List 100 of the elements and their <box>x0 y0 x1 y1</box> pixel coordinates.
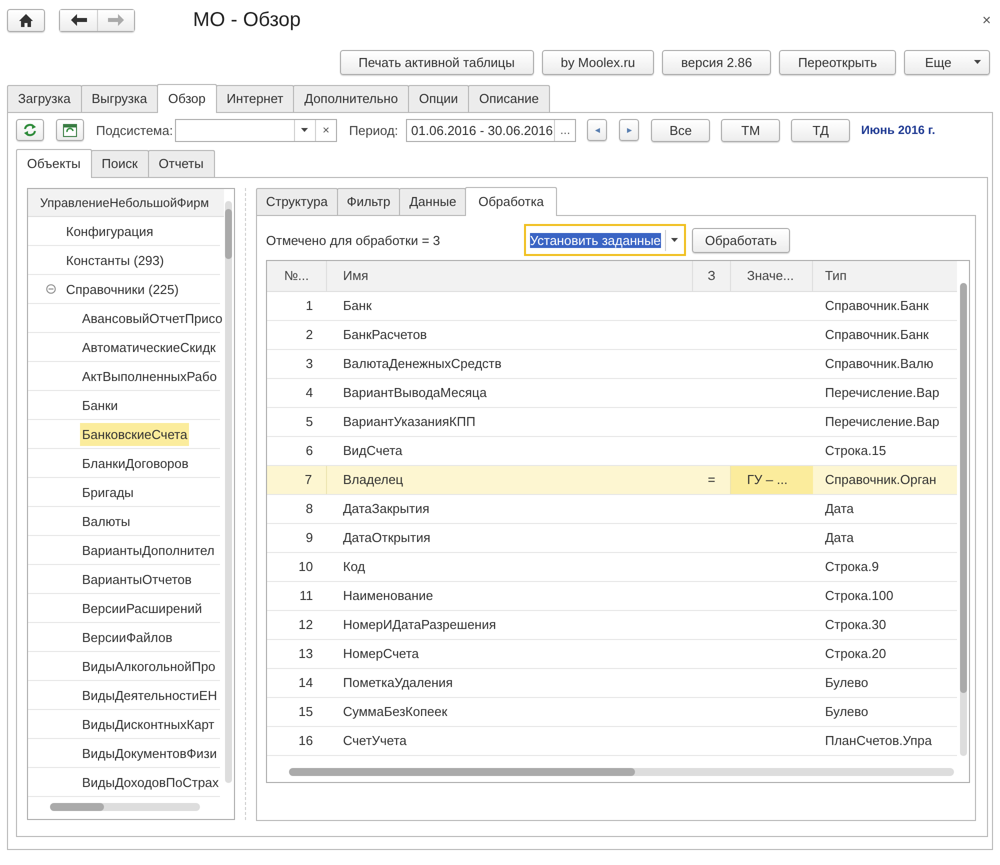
tab[interactable]: Дополнительно <box>293 85 409 112</box>
tree-item[interactable]: БланкиДоговоров <box>80 452 191 474</box>
table-row[interactable]: 13 НомерСчета Строка.20 <box>267 640 957 669</box>
action-field[interactable]: Установить заданные <box>524 224 686 256</box>
column-header[interactable]: Значе... <box>731 261 813 291</box>
sync-button[interactable] <box>56 119 84 141</box>
caret-icon <box>301 128 308 132</box>
table-cell: ГУ – ... <box>731 466 813 494</box>
tree-item[interactable]: Справочники (225) <box>64 278 181 300</box>
tab[interactable]: Отчеты <box>148 150 215 177</box>
table-cell-text: 2 <box>304 326 314 344</box>
clear-button[interactable]: × <box>314 120 336 140</box>
tree-item[interactable]: ВариантыОтчетов <box>80 568 194 590</box>
tree-item[interactable]: ВерсииФайлов <box>80 626 174 648</box>
tree-item[interactable]: ВариантыДополнител <box>80 538 216 562</box>
period-button[interactable]: ТД <box>791 118 850 142</box>
tab[interactable]: Опции <box>408 85 470 112</box>
table-cell-text: Наименование <box>342 587 434 605</box>
back-button[interactable] <box>60 10 97 30</box>
tree-item[interactable]: ВидыАлкогольнойПро <box>80 654 218 678</box>
command-button[interactable]: Переоткрыть <box>779 50 896 74</box>
table-cell-text: СчетУчета <box>342 732 408 750</box>
table-row[interactable]: 11 Наименование Строка.100 <box>267 582 957 611</box>
column-header[interactable]: Тип <box>813 261 957 291</box>
tab[interactable]: Фильтр <box>336 188 400 215</box>
process-button[interactable]: Обработать <box>692 228 790 252</box>
table-row[interactable]: 7 Владелец = ГУ – ... Справочник.Орган <box>267 466 957 495</box>
tree-item[interactable]: БанковскиеСчета <box>80 422 190 446</box>
table-row[interactable]: 9 ДатаОткрытия Дата <box>267 524 957 553</box>
vertical-scrollbar[interactable] <box>960 283 967 756</box>
table-cell-text: ПометкаУдаления <box>342 674 454 692</box>
tab[interactable]: Объекты <box>16 149 92 178</box>
command-button[interactable]: by Moolex.ru <box>542 50 654 74</box>
tree-item[interactable]: Константы (293) <box>64 248 166 272</box>
refresh-icon <box>23 123 37 137</box>
refresh-button[interactable] <box>16 119 44 141</box>
tree-item[interactable]: Валюты <box>80 510 132 532</box>
horizontal-scrollbar[interactable] <box>50 803 200 811</box>
command-button[interactable]: Печать активной таблицы <box>340 50 534 74</box>
period-text: Июнь 2016 г. <box>861 123 936 137</box>
table-cell-text: Строка.100 <box>824 587 894 605</box>
tree-item[interactable]: ВидыДоходовПоСтрах <box>80 770 221 794</box>
table-cell-text: БанкРасчетов <box>342 326 428 344</box>
tree-item[interactable]: ВерсииРасширений <box>80 596 204 620</box>
tab[interactable]: Обзор <box>157 84 217 113</box>
window-refresh-icon <box>63 124 77 136</box>
tab[interactable]: Загрузка <box>7 85 82 112</box>
choose-button[interactable]: ... <box>554 120 576 140</box>
tab[interactable]: Данные <box>399 188 466 215</box>
table-cell-text: Справочник.Банк <box>824 297 930 315</box>
table-row[interactable]: 10 Код Строка.9 <box>267 553 957 582</box>
more-menu-button[interactable]: Еще <box>904 50 990 74</box>
table-cell-text: 5 <box>304 413 314 431</box>
table-cell-text: Строка.30 <box>824 616 888 634</box>
close-button[interactable]: × <box>982 12 991 28</box>
back-arrow-icon <box>70 14 86 26</box>
column-header[interactable]: №... <box>267 261 327 291</box>
column-header[interactable]: Имя <box>327 261 693 291</box>
table-row[interactable]: 5 ВариантУказанияКПП Перечисление.Вар <box>267 408 957 437</box>
horizontal-scrollbar[interactable] <box>289 768 954 776</box>
tab[interactable]: Поиск <box>90 150 149 177</box>
table-cell-text: Строка.15 <box>824 442 888 460</box>
tab[interactable]: Интернет <box>216 85 294 112</box>
tree-item[interactable]: ВидыДеятельностиЕН <box>80 684 220 706</box>
tree-item[interactable]: ВидыДисконтныхКарт <box>80 712 216 736</box>
next-period-button[interactable] <box>619 119 640 141</box>
subsystem-field[interactable]: × <box>174 118 337 142</box>
table-row[interactable]: 3 ВалютаДенежныхСредств Справочник.Валю <box>267 350 957 379</box>
table-cell-text: Булево <box>824 703 870 721</box>
table-row[interactable]: 1 Банк Справочник.Банк <box>267 292 957 321</box>
home-icon <box>19 14 33 26</box>
tree-item[interactable]: Конфигурация <box>64 220 156 242</box>
tab[interactable]: Обработка <box>465 187 557 216</box>
tree-item[interactable]: АвтоматическиеСкидк <box>80 336 218 358</box>
period-field[interactable]: 01.06.2016 - 30.06.2016 ... <box>406 118 576 142</box>
tree-item[interactable]: АктВыполненныхРабо <box>80 364 219 388</box>
tree-item[interactable]: АвансовыйОтчетПрисо <box>80 306 225 330</box>
column-header[interactable]: З <box>693 261 731 291</box>
period-button[interactable]: Все <box>651 118 710 142</box>
table-row[interactable]: 15 СуммаБезКопеек Булево <box>267 698 957 727</box>
table-cell-text: 16 <box>298 732 314 750</box>
period-button[interactable]: ТМ <box>721 118 780 142</box>
table-row[interactable]: 14 ПометкаУдаления Булево <box>267 669 957 698</box>
table-row[interactable]: 2 БанкРасчетов Справочник.Банк <box>267 321 957 350</box>
table-row[interactable]: 16 СчетУчета ПланСчетов.Упра <box>267 727 957 756</box>
table-row[interactable]: 4 ВариантВыводаМесяца Перечисление.Вар <box>267 379 957 408</box>
tree-item[interactable]: Банки <box>80 394 120 416</box>
tab[interactable]: Структура <box>256 188 338 215</box>
home-button[interactable] <box>7 8 45 32</box>
table-row[interactable]: 12 НомерИДатаРазрешения Строка.30 <box>267 611 957 640</box>
previous-period-button[interactable] <box>587 119 608 141</box>
tab[interactable]: Выгрузка <box>80 85 158 112</box>
tree-item[interactable]: Бригады <box>80 480 136 504</box>
vertical-scrollbar[interactable] <box>225 201 232 783</box>
table-row[interactable]: 8 ДатаЗакрытия Дата <box>267 495 957 524</box>
tree-item[interactable]: ВидыДокументовФизи <box>80 742 219 764</box>
command-button[interactable]: версия 2.86 <box>662 50 772 74</box>
period-label: Период: <box>348 122 398 138</box>
collapse-icon[interactable] <box>46 284 56 294</box>
tab[interactable]: Описание <box>468 85 550 112</box>
